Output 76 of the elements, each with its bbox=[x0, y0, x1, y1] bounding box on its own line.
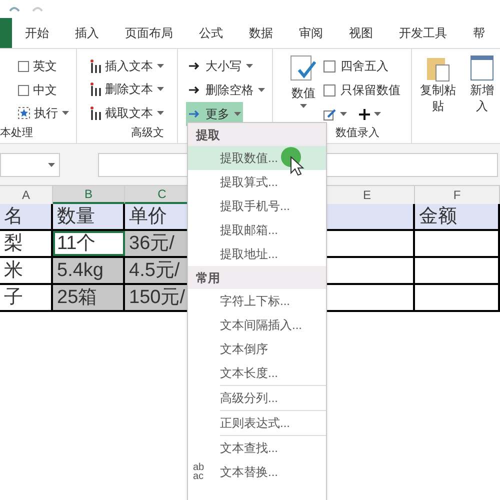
menu-item[interactable]: 正则表达式... bbox=[188, 411, 326, 435]
ribbon-tab[interactable]: 帮 bbox=[460, 18, 498, 48]
ribbon-button[interactable]: 插入文本 bbox=[89, 54, 177, 78]
table-cell: 25箱 bbox=[53, 285, 125, 310]
mouse-cursor-icon bbox=[280, 146, 306, 176]
table-icon bbox=[323, 84, 336, 96]
menu-item[interactable]: 文本长度... bbox=[188, 361, 326, 385]
column-header[interactable]: F bbox=[453, 186, 461, 204]
caret-icon bbox=[258, 88, 265, 92]
table-cell: 名 bbox=[0, 204, 53, 229]
menu-item[interactable]: 文本间隔插入... bbox=[188, 313, 326, 337]
caret-icon bbox=[157, 64, 164, 68]
checked-document-icon bbox=[289, 54, 318, 82]
checkbox-label: 中文 bbox=[33, 82, 57, 99]
ribbon-button[interactable]: 截取文本 bbox=[89, 101, 177, 124]
checkbox[interactable] bbox=[18, 60, 29, 72]
ribbon-tab[interactable]: 开发工具 bbox=[386, 18, 460, 48]
menu-item[interactable]: 提取算式... bbox=[188, 170, 326, 194]
ribbon-button[interactable]: 大小写 bbox=[186, 54, 255, 78]
ribbon-button[interactable]: 只保留数值 bbox=[323, 78, 400, 102]
caret-icon bbox=[157, 87, 164, 92]
ribbon-tab[interactable]: 视图 bbox=[336, 18, 386, 48]
edit-button[interactable] bbox=[323, 108, 348, 120]
add-button[interactable] bbox=[359, 108, 382, 120]
caret-icon bbox=[62, 111, 69, 115]
caret-icon bbox=[374, 112, 382, 116]
column-header[interactable]: A bbox=[22, 186, 30, 204]
menu-section-header: 常用 bbox=[188, 266, 326, 289]
replace-text-icon: ab ac bbox=[193, 463, 204, 481]
ribbon-tab[interactable]: 公式 bbox=[186, 18, 236, 48]
column-header[interactable]: E bbox=[362, 186, 371, 204]
caret-icon bbox=[340, 112, 348, 116]
ribbon-button[interactable]: 四舍五入 bbox=[323, 54, 400, 78]
menu-item[interactable]: 文本倒序 bbox=[188, 337, 326, 361]
menu-item[interactable]: 文本查找... bbox=[188, 436, 326, 460]
checkbox-label: 英文 bbox=[33, 58, 57, 75]
ribbon-tab[interactable]: 插入 bbox=[62, 18, 112, 48]
group-label: 高级文 bbox=[131, 126, 166, 140]
group-label: 本处理 bbox=[0, 126, 34, 140]
menu-section-header: 提取 bbox=[188, 123, 326, 146]
caret-icon bbox=[157, 110, 164, 115]
table-icon bbox=[323, 60, 336, 72]
table-cell: 11个 bbox=[53, 231, 125, 256]
ribbon-tab[interactable]: 开始 bbox=[12, 18, 62, 48]
caret-icon bbox=[246, 64, 253, 68]
text-format-icon bbox=[188, 61, 202, 71]
caret-icon bbox=[48, 162, 55, 166]
group-label: 数值录入 bbox=[335, 126, 380, 140]
text-column-icon bbox=[89, 106, 102, 120]
ribbon-button[interactable]: 新增 入 bbox=[464, 54, 500, 143]
undo-icon[interactable] bbox=[8, 5, 20, 13]
table-cell: 数量 bbox=[53, 204, 125, 229]
text-format-icon bbox=[188, 85, 202, 95]
ribbon-button[interactable]: 复制粘 贴 bbox=[420, 54, 456, 143]
document-icon bbox=[469, 54, 496, 82]
text-column-icon bbox=[89, 82, 102, 96]
column-header[interactable]: B bbox=[84, 185, 92, 203]
ribbon-button[interactable]: 删除空格 bbox=[186, 78, 267, 102]
ribbon-tab[interactable]: 审阅 bbox=[286, 18, 336, 48]
table-cell: 5.4kg bbox=[53, 258, 125, 283]
ribbon-tab[interactable]: 数据 bbox=[236, 18, 286, 48]
text-column-icon bbox=[89, 58, 102, 73]
caret-icon bbox=[300, 104, 307, 108]
text-format-icon bbox=[188, 109, 202, 119]
ribbon-button[interactable]: 删除文本 bbox=[89, 78, 177, 101]
column-header[interactable]: C bbox=[158, 185, 166, 203]
run-button[interactable]: 执行 bbox=[18, 102, 76, 124]
plus-icon bbox=[359, 108, 370, 120]
checkbox[interactable] bbox=[18, 84, 29, 96]
ribbon-tab[interactable]: 页面布局 bbox=[112, 18, 186, 48]
menu-item[interactable]: 高级分列... bbox=[188, 386, 326, 410]
star-icon bbox=[18, 107, 30, 119]
caret-icon bbox=[234, 112, 241, 116]
pencil-icon bbox=[323, 108, 336, 120]
table-cell: 金额 bbox=[415, 204, 500, 229]
menu-item[interactable]: ab ac 文本替换... bbox=[188, 460, 326, 484]
